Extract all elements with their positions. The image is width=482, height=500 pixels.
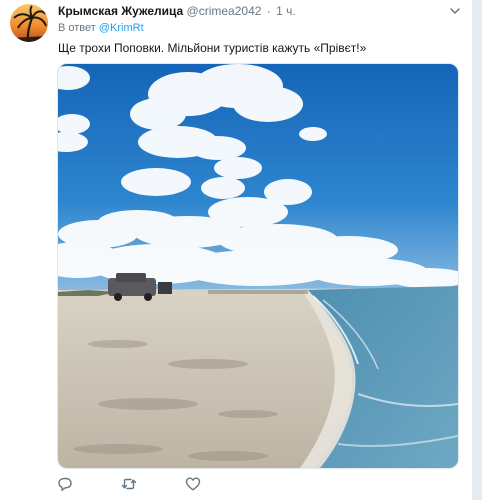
time-separator: · — [266, 4, 271, 18]
tweet-header: Крымская Жужелица @crimea2042 · 1 ч. — [58, 3, 458, 19]
reply-prefix: В ответ — [58, 22, 96, 34]
retweet-button[interactable] — [121, 476, 141, 496]
tweet-timestamp[interactable]: 1 ч. — [276, 4, 296, 18]
retweet-icon — [121, 478, 137, 490]
reply-icon — [58, 477, 72, 491]
reply-to-link[interactable]: @KrimRt — [99, 22, 144, 34]
like-button[interactable] — [185, 476, 205, 496]
reply-button[interactable] — [57, 476, 77, 496]
avatar[interactable] — [10, 4, 48, 42]
tweet-actions — [57, 476, 457, 496]
reply-context: В ответ @KrimRt — [58, 21, 144, 35]
tweet-card[interactable]: Крымская Жужелица @crimea2042 · 1 ч. В о… — [0, 0, 473, 500]
beach-photo — [58, 64, 458, 468]
author-display-name[interactable]: Крымская Жужелица — [58, 4, 183, 18]
chevron-down-icon — [450, 8, 460, 14]
tweet-text: Ще трохи Поповки. Мільйони туристів кажу… — [58, 41, 367, 55]
more-options-button[interactable] — [448, 4, 462, 18]
avatar-image — [10, 4, 48, 42]
tweet-photo[interactable] — [57, 63, 459, 469]
heart-icon — [185, 477, 201, 491]
author-handle[interactable]: @crimea2042 — [187, 4, 262, 18]
